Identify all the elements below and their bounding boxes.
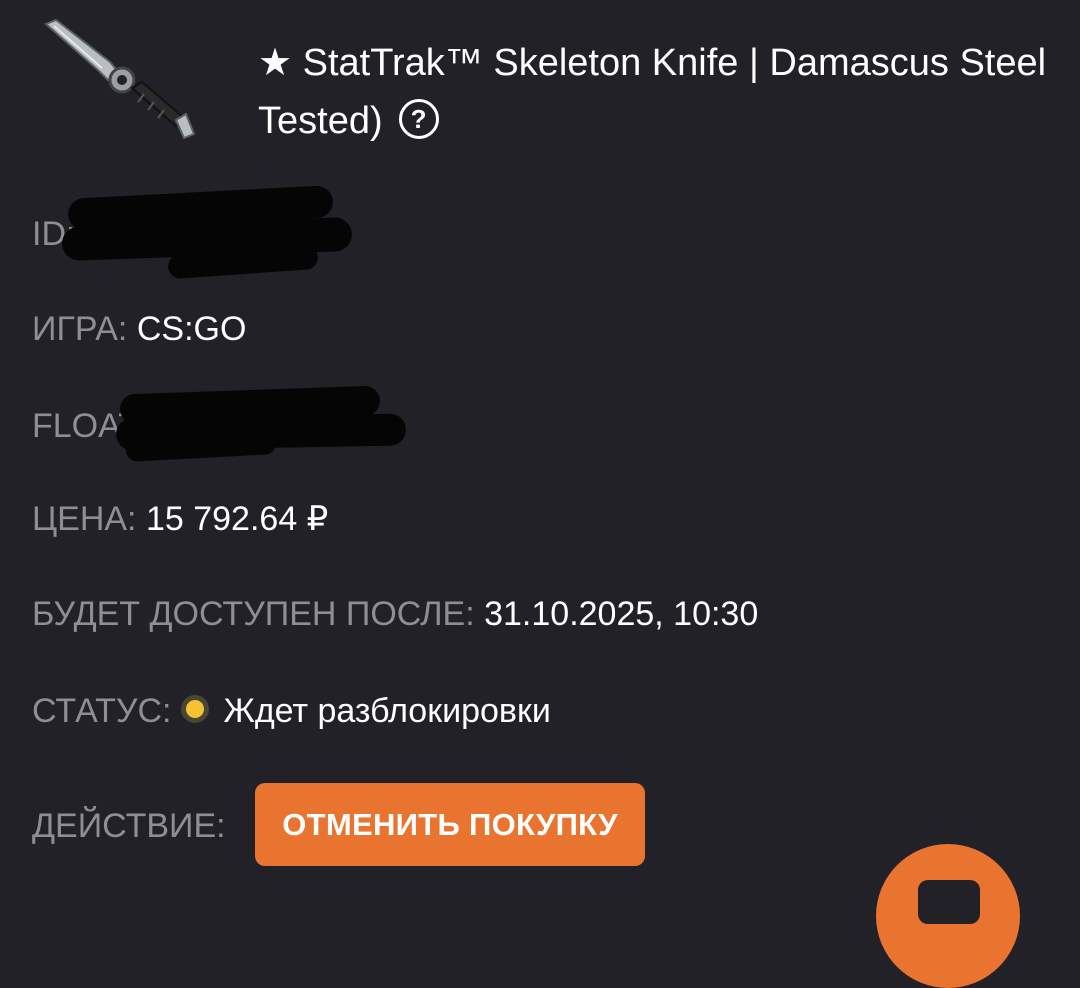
- help-icon[interactable]: ?: [398, 98, 439, 139]
- available-value: 31.10.2025, 10:30: [484, 595, 759, 633]
- action-row: ДЕЙСТВИЕ:: [32, 806, 226, 846]
- available-row: БУДЕТ ДОСТУПЕН ПОСЛЕ: 31.10.2025, 10:30: [32, 594, 758, 634]
- game-label: ИГРА:: [32, 310, 128, 348]
- chat-icon: [918, 880, 980, 924]
- item-title-line2: Tested): [258, 100, 383, 142]
- knife-image: [44, 18, 196, 140]
- status-indicator-icon: [181, 695, 210, 724]
- status-label: СТАТУС:: [32, 692, 172, 730]
- cancel-purchase-button[interactable]: ОТМЕНИТЬ ПОКУПКУ: [255, 783, 645, 866]
- status-value: Ждет разблокировки: [223, 692, 551, 730]
- status-row: СТАТУС: Ждет разблокировки: [32, 691, 551, 731]
- price-label: ЦЕНА:: [32, 500, 137, 538]
- price-row: ЦЕНА: 15 792.64 ₽: [32, 499, 328, 539]
- price-value: 15 792.64 ₽: [145, 500, 329, 538]
- chat-button[interactable]: [876, 844, 1020, 988]
- game-row: ИГРА: CS:GO: [32, 309, 246, 349]
- game-value: CS:GO: [136, 310, 247, 348]
- action-label: ДЕЙСТВИЕ:: [32, 807, 226, 845]
- available-label: БУДЕТ ДОСТУПЕН ПОСЛЕ:: [32, 595, 475, 633]
- item-title: ★ StatTrak™ Skeleton Knife | Damascus St…: [258, 34, 1080, 150]
- item-title-line1: ★ StatTrak™ Skeleton Knife | Damascus St…: [258, 42, 1047, 84]
